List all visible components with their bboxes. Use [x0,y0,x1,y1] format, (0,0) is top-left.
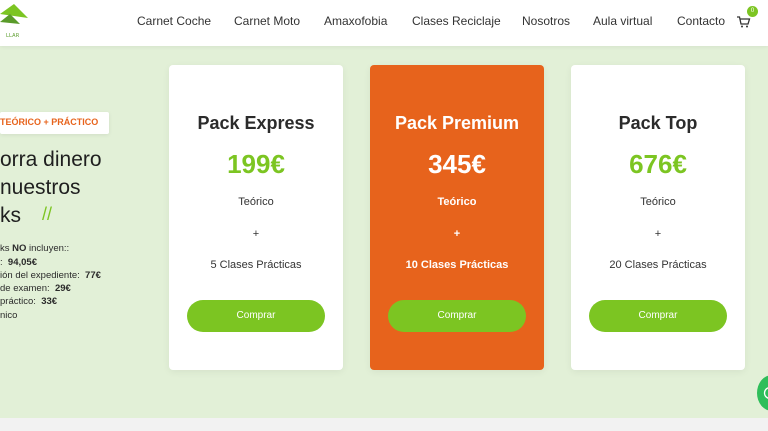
card-feature: Teórico [238,196,274,208]
pricing-card-premium: Pack Premium 345€ Teórico + 10 Clases Pr… [370,65,544,370]
nav-item-aula-virtual[interactable]: Aula virtual [593,14,652,28]
course-type-tag: TEÓRICO + PRÁCTICO [0,112,109,134]
pricing-card-express: Pack Express 199€ Teórico + 5 Clases Prá… [169,65,343,370]
site-header: LLAR Carnet Coche Carnet Moto Amaxofobia… [0,0,768,46]
card-price: 199€ [227,149,285,179]
nav-item-clases-reciclaje[interactable]: Clases Reciclaje [412,14,501,28]
card-plus: + [654,228,662,240]
buy-button[interactable]: Comprar [589,300,727,332]
hero-heading-line-1: orra dinero [0,148,102,171]
card-price: 345€ [428,149,486,179]
buy-button[interactable]: Comprar [187,300,325,332]
exclusions-heading: ks NO incluyen:: [0,243,70,254]
nav-item-carnet-coche[interactable]: Carnet Coche [137,14,211,28]
course-type-label: TEÓRICO + PRÁCTICO [0,117,99,127]
card-title: Pack Premium [394,113,520,133]
card-feature: Teórico [437,196,477,208]
exclusion-item: ión del expediente: 77€ [0,270,101,281]
shopping-cart-icon [737,16,751,28]
nav-item-carnet-moto[interactable]: Carnet Moto [234,14,300,28]
exclusion-item: de examen: 29€ [0,283,71,294]
card-title: Pack Top [618,113,698,133]
heading-decoration: // [42,204,53,224]
whatsapp-icon [763,387,768,399]
logo-text: LLAR [6,33,20,39]
exclusion-item: práctico: 33€ [0,296,58,307]
exclusion-item: nico [0,310,18,321]
nav-item-contacto[interactable]: Contacto [677,14,725,28]
main-nav: Carnet Coche Carnet Moto Amaxofobia Clas… [0,14,768,30]
nav-item-amaxofobia[interactable]: Amaxofobia [324,14,387,28]
hero-heading-line-2: nuestros [0,176,81,199]
hero-heading-line-3: ks [0,204,21,227]
card-feature: 5 Clases Prácticas [210,259,302,271]
card-title: Pack Express [197,113,315,133]
card-plus: + [252,228,260,240]
card-feature: 20 Clases Prácticas [609,259,707,271]
section-divider [0,418,768,431]
pricing-card-top: Pack Top 676€ Teórico + 20 Clases Prácti… [571,65,745,370]
card-plus: + [453,228,461,240]
exclusion-item: : 94,05€ [0,257,37,268]
buy-button[interactable]: Comprar [388,300,526,332]
card-feature: 10 Clases Prácticas [405,259,509,271]
cart-count-badge: 0 [747,6,758,17]
card-feature: Teórico [640,196,676,208]
nav-item-nosotros[interactable]: Nosotros [522,14,570,28]
card-price: 676€ [629,149,687,179]
whatsapp-button[interactable] [757,375,768,411]
